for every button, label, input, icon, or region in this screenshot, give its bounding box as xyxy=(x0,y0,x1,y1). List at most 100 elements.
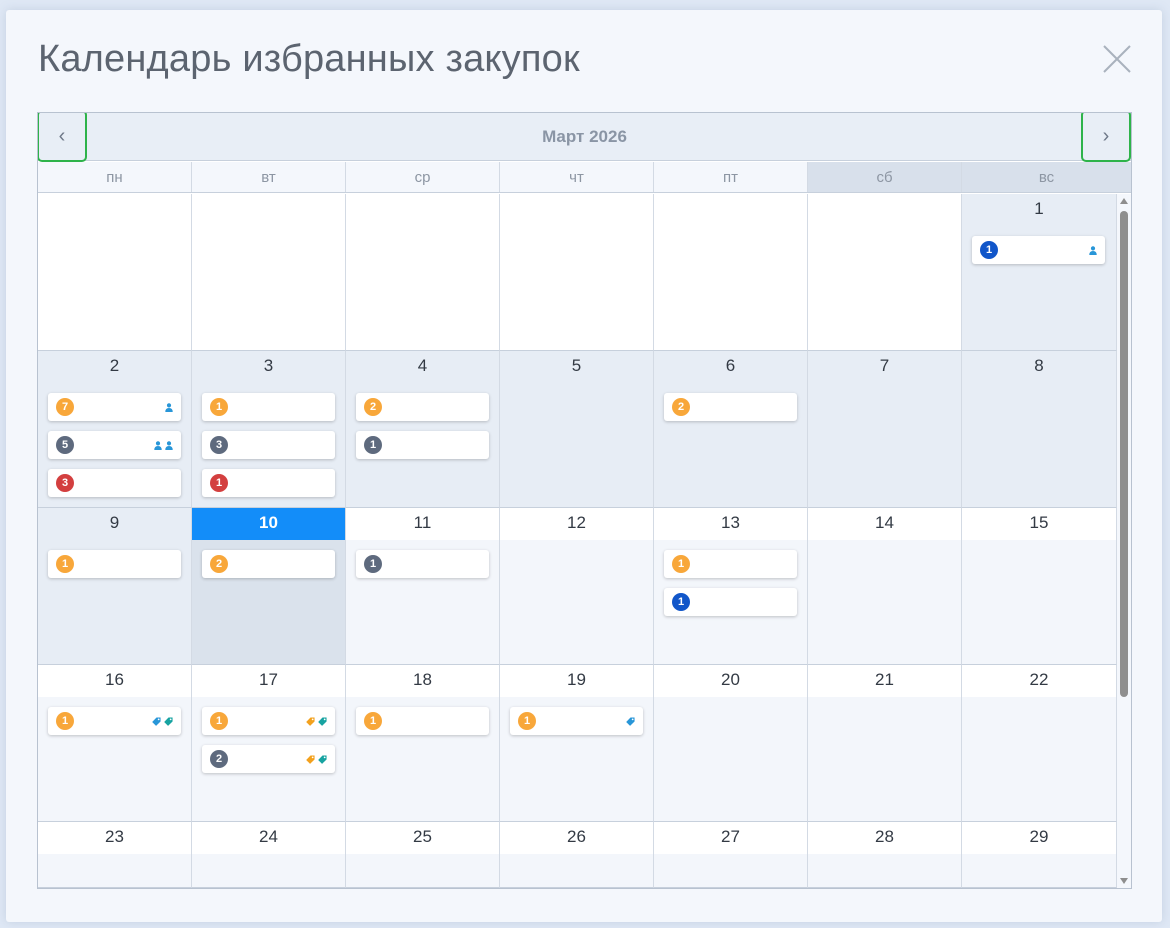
calendar-grid: 1 1 2 7 5 3 3 1 3 1 4 2 1 5 6 2 7 8 9 1 10 2 11 1 12 13 1 1 14 15 16 1 1… xyxy=(38,194,1117,888)
event-count-badge: 1 xyxy=(672,555,690,573)
weekday-header: сб xyxy=(808,162,962,192)
event-card[interactable]: 1 xyxy=(202,469,335,497)
day-number: 17 xyxy=(192,665,345,697)
day-cell[interactable]: 25 xyxy=(346,822,500,888)
day-cell[interactable]: 4 2 1 xyxy=(346,351,500,508)
day-cell[interactable]: 19 1 xyxy=(500,665,654,822)
event-count-badge: 1 xyxy=(210,474,228,492)
scroll-down-arrow[interactable] xyxy=(1120,878,1128,884)
event-card[interactable]: 2 xyxy=(356,393,489,421)
scroll-up-arrow[interactable] xyxy=(1120,198,1128,204)
event-card[interactable]: 1 xyxy=(356,431,489,459)
favorites-calendar-modal: Календарь избранных закупок Март 2026 ‹ … xyxy=(6,10,1162,922)
day-cell[interactable] xyxy=(192,194,346,351)
day-cell[interactable]: 20 xyxy=(654,665,808,822)
day-cell[interactable] xyxy=(654,194,808,351)
scrollbar-thumb[interactable] xyxy=(1120,211,1128,697)
day-cell[interactable]: 14 xyxy=(808,508,962,665)
event-count-badge: 3 xyxy=(210,436,228,454)
event-count-badge: 2 xyxy=(210,555,228,573)
chevron-right-icon: › xyxy=(1102,124,1110,147)
event-count-badge: 7 xyxy=(56,398,74,416)
day-number: 13 xyxy=(654,508,807,540)
prev-month-button[interactable]: ‹ xyxy=(38,113,87,162)
day-cell[interactable]: 3 1 3 1 xyxy=(192,351,346,508)
event-count-badge: 1 xyxy=(210,398,228,416)
day-cell[interactable]: 18 1 xyxy=(346,665,500,822)
event-count-badge: 2 xyxy=(364,398,382,416)
event-card[interactable]: 3 xyxy=(202,431,335,459)
person-icon xyxy=(154,437,162,455)
next-month-button[interactable]: › xyxy=(1081,113,1131,162)
event-icons xyxy=(154,437,173,455)
event-count-badge: 5 xyxy=(56,436,74,454)
day-cell[interactable]: 23 xyxy=(38,822,192,888)
day-number: 2 xyxy=(109,356,120,375)
day-number: 12 xyxy=(500,508,653,540)
event-count-badge: 2 xyxy=(672,398,690,416)
day-cell[interactable]: 21 xyxy=(808,665,962,822)
day-cell[interactable]: 17 1 2 xyxy=(192,665,346,822)
scrollbar[interactable] xyxy=(1117,194,1131,888)
day-cell[interactable]: 13 1 1 xyxy=(654,508,808,665)
day-cell[interactable]: 12 xyxy=(500,508,654,665)
day-cell[interactable]: 11 xyxy=(962,194,1117,351)
day-cell[interactable]: 24 xyxy=(192,822,346,888)
day-cell[interactable]: 26 xyxy=(500,822,654,888)
event-count-badge: 1 xyxy=(518,712,536,730)
day-number xyxy=(654,194,807,226)
calendar-navigation: Март 2026 ‹ › xyxy=(38,113,1131,162)
event-card[interactable]: 1 xyxy=(664,588,797,616)
day-number: 26 xyxy=(500,822,653,854)
day-cell[interactable] xyxy=(346,194,500,351)
close-icon[interactable] xyxy=(1100,42,1134,76)
event-card[interactable]: 1 xyxy=(48,707,181,735)
day-cell[interactable]: 7 xyxy=(808,351,962,508)
event-card[interactable]: 2 xyxy=(664,393,797,421)
event-card[interactable]: 5 xyxy=(48,431,181,459)
day-cell[interactable]: 27 xyxy=(654,822,808,888)
event-card[interactable]: 7 xyxy=(48,393,181,421)
day-number xyxy=(500,194,653,226)
day-cell[interactable]: 5 xyxy=(500,351,654,508)
day-cell[interactable]: 28 xyxy=(808,822,962,888)
event-card[interactable]: 1 xyxy=(356,707,489,735)
day-cell[interactable]: 2 7 5 3 xyxy=(38,351,192,508)
event-count-badge: 1 xyxy=(364,436,382,454)
weekday-header: пн xyxy=(38,162,192,192)
tag-teal-icon xyxy=(318,713,327,731)
day-number: 21 xyxy=(808,665,961,697)
day-cell[interactable] xyxy=(38,194,192,351)
day-cell[interactable] xyxy=(808,194,962,351)
day-cell[interactable]: 22 xyxy=(962,665,1117,822)
day-cell[interactable]: 91 xyxy=(38,508,192,665)
event-card[interactable]: 1 xyxy=(202,707,335,735)
event-card[interactable]: 1 xyxy=(664,550,797,578)
event-card[interactable]: 1 xyxy=(48,550,181,578)
day-cell[interactable]: 8 xyxy=(962,351,1117,508)
event-card[interactable]: 1 xyxy=(356,550,489,578)
event-card[interactable]: 3 xyxy=(48,469,181,497)
event-card[interactable]: 2 xyxy=(202,745,335,773)
day-cell[interactable]: 62 xyxy=(654,351,808,508)
event-icons xyxy=(1089,242,1097,260)
calendar: Март 2026 ‹ › пн вт ср чт пт сб вс 11275331314… xyxy=(37,112,1132,889)
event-card[interactable]: 1 xyxy=(510,707,643,735)
day-cell[interactable]: 10 2 xyxy=(192,508,346,665)
day-cell[interactable] xyxy=(500,194,654,351)
tag-blue-icon xyxy=(626,713,635,731)
event-card[interactable]: 1 xyxy=(202,393,335,421)
day-cell[interactable]: 15 xyxy=(962,508,1117,665)
day-cell[interactable]: 11 1 xyxy=(346,508,500,665)
day-cell[interactable]: 29 xyxy=(962,822,1117,888)
event-icons xyxy=(165,399,173,417)
month-label: Март 2026 xyxy=(542,127,627,146)
day-number: 25 xyxy=(346,822,499,854)
weekday-header: ср xyxy=(346,162,500,192)
event-card[interactable]: 1 xyxy=(972,236,1105,264)
day-number: 5 xyxy=(571,356,582,375)
modal-title: Календарь избранных закупок xyxy=(38,38,580,80)
day-cell[interactable]: 16 1 xyxy=(38,665,192,822)
day-number: 14 xyxy=(808,508,961,540)
event-card[interactable]: 2 xyxy=(202,550,335,578)
